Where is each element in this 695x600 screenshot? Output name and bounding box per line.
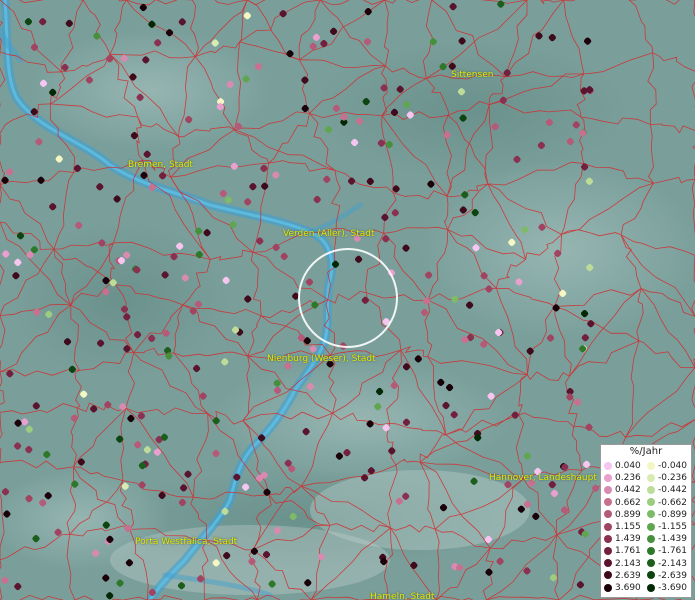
legend-swatch xyxy=(604,534,612,543)
legend-swatch xyxy=(604,510,612,519)
basemap xyxy=(0,0,695,600)
legend-neg-item: -0.662 xyxy=(647,497,687,509)
city-label-sittensen[interactable]: Sittensen xyxy=(451,70,493,80)
legend-swatch xyxy=(604,522,612,531)
city-label-porta-westfalica[interactable]: Porta Westfalica, Stadt xyxy=(135,537,237,547)
legend-label: 0.442 xyxy=(615,485,641,496)
legend-label: -0.236 xyxy=(658,473,688,484)
legend-neg-item: -1.761 xyxy=(647,545,687,557)
legend-neg-item: -1.155 xyxy=(647,521,687,533)
legend-label: 1.761 xyxy=(615,546,641,557)
legend-swatch xyxy=(647,498,655,507)
legend-neg-item: -2.143 xyxy=(647,558,687,570)
city-label-bremen[interactable]: Bremen, Stadt xyxy=(128,160,193,170)
legend-neg-item: -3.690 xyxy=(647,582,687,594)
legend-neg-item: -2.639 xyxy=(647,570,687,582)
legend-label: 1.155 xyxy=(615,522,641,532)
legend-pos-item: 2.639 xyxy=(604,570,641,582)
legend-label: -3.690 xyxy=(658,583,688,593)
legend-label: -0.662 xyxy=(658,497,688,508)
legend-label: 1.439 xyxy=(615,534,641,545)
legend: %/Jahr 0.040 -0.040 0.236 -0.236 0.442 -0.442… xyxy=(600,444,692,598)
legend-pos-item: 0.662 xyxy=(604,497,641,509)
legend-label: 0.236 xyxy=(615,473,641,484)
legend-pos-item: 0.236 xyxy=(604,472,641,484)
legend-pos-item: 1.761 xyxy=(604,545,641,557)
map-view[interactable]: Sittensen Bremen, Stadt Verden (Aller), … xyxy=(0,0,695,600)
legend-label: 2.143 xyxy=(615,558,641,569)
legend-swatch xyxy=(647,485,655,494)
legend-label: -2.639 xyxy=(658,570,688,581)
legend-label: -1.761 xyxy=(658,546,688,557)
legend-label: 2.639 xyxy=(615,570,641,581)
legend-label: 0.899 xyxy=(615,509,641,520)
legend-swatch xyxy=(647,583,655,592)
legend-label: -1.155 xyxy=(658,522,688,532)
legend-neg-item: -0.040 xyxy=(647,460,687,472)
legend-pos-item: 0.040 xyxy=(604,460,641,472)
legend-swatch xyxy=(647,473,655,482)
legend-swatch xyxy=(647,522,655,531)
legend-swatch xyxy=(604,473,612,482)
legend-swatch xyxy=(647,510,655,519)
legend-pos-item: 1.155 xyxy=(604,521,641,533)
legend-swatch xyxy=(647,559,655,568)
legend-label: 0.662 xyxy=(615,497,641,508)
legend-label: -0.899 xyxy=(658,509,688,520)
legend-label: -1.439 xyxy=(658,534,688,545)
legend-label: 3.690 xyxy=(615,583,641,593)
legend-title: %/Jahr xyxy=(629,446,663,457)
legend-swatch xyxy=(647,571,655,580)
legend-label: 0.040 xyxy=(615,461,641,471)
legend-swatch xyxy=(604,485,612,494)
legend-label: -0.442 xyxy=(658,485,688,496)
legend-swatch xyxy=(647,546,655,555)
legend-neg-item: -0.442 xyxy=(647,484,687,496)
city-label-nienburg[interactable]: Nienburg (Weser), Stadt xyxy=(267,354,376,364)
legend-pos-item: 0.442 xyxy=(604,484,641,496)
legend-label: -0.040 xyxy=(658,461,688,471)
legend-swatch xyxy=(647,461,655,470)
legend-neg-item: -1.439 xyxy=(647,533,687,545)
city-label-verden[interactable]: Verden (Aller), Stadt xyxy=(283,229,375,239)
legend-swatch xyxy=(604,571,612,580)
city-label-hannover[interactable]: Hannover, Landeshaupt xyxy=(489,473,597,483)
legend-swatch xyxy=(604,461,612,470)
legend-pos-item: 3.690 xyxy=(604,582,641,594)
legend-label: -2.143 xyxy=(658,558,688,569)
legend-swatch xyxy=(604,583,612,592)
legend-neg-item: -0.236 xyxy=(647,472,687,484)
legend-swatch xyxy=(604,546,612,555)
legend-pos-item: 2.143 xyxy=(604,558,641,570)
legend-neg-item: -0.899 xyxy=(647,509,687,521)
legend-swatch xyxy=(604,498,612,507)
legend-swatch xyxy=(647,534,655,543)
legend-swatch xyxy=(604,559,612,568)
legend-pos-item: 1.439 xyxy=(604,533,641,545)
city-label-hameln[interactable]: Hameln, Stadt xyxy=(370,592,435,600)
legend-pos-item: 0.899 xyxy=(604,509,641,521)
